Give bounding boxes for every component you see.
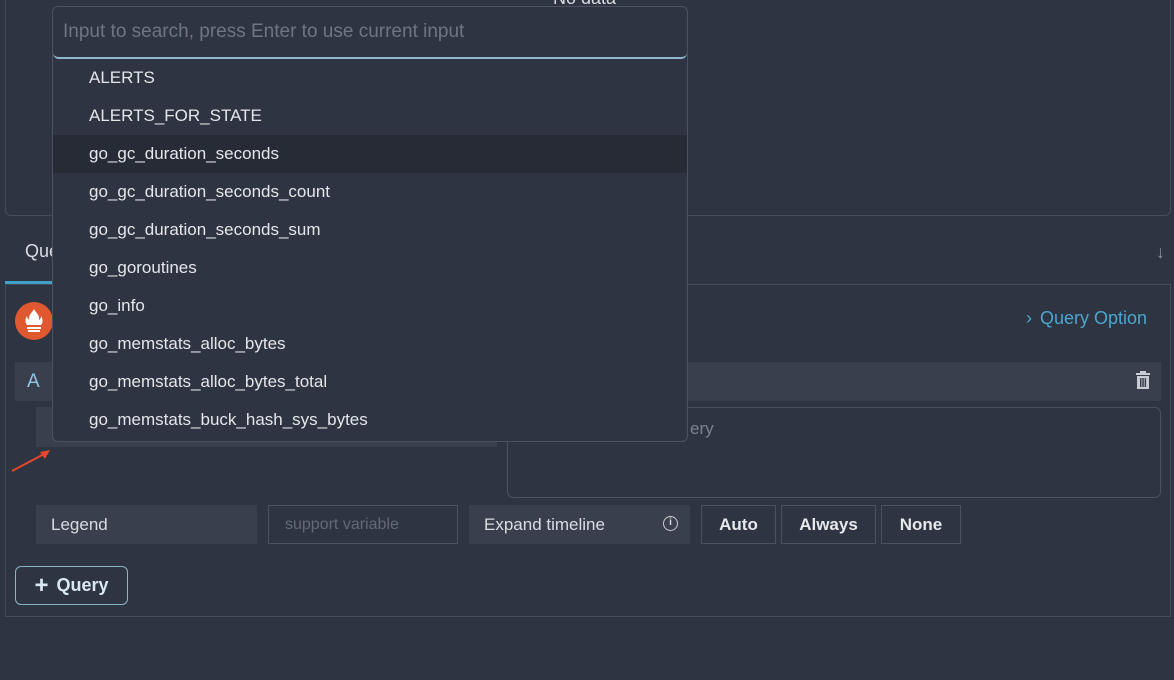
expand-timeline-label: Expand timeline (469, 505, 690, 544)
plus-icon: + (34, 571, 49, 599)
query-option-label: Query Option (1040, 308, 1148, 328)
expand-always-button[interactable]: Always (781, 505, 876, 544)
info-icon[interactable]: i (663, 516, 678, 531)
metric-search-input[interactable] (53, 7, 687, 59)
trash-icon[interactable] (1134, 370, 1152, 390)
prometheus-icon (15, 302, 53, 340)
metric-option[interactable]: go_info (53, 287, 687, 325)
legend-input[interactable] (268, 505, 458, 544)
query-ref-label: A (27, 371, 40, 392)
metric-list: ALERTS ALERTS_FOR_STATE go_gc_duration_sec… (53, 59, 687, 439)
metric-option[interactable]: go_memstats_alloc_bytes_total (53, 363, 687, 401)
metric-option[interactable]: go_memstats_buck_hash_sys_bytes (53, 401, 687, 439)
arrow-down-icon[interactable]: ↓ (1156, 242, 1165, 263)
query-option-toggle[interactable]: › Query Option (1026, 308, 1147, 329)
annotation-arrow-icon (10, 448, 52, 479)
metric-option[interactable]: ALERTS_FOR_STATE (53, 97, 687, 135)
metric-dropdown: ALERTSALERTS_FOR_STATEgo_gc_duration_sec… (52, 6, 688, 442)
legend-label: Legend (36, 505, 257, 544)
metric-option[interactable]: ALERTS (53, 59, 687, 97)
chevron-right-icon: › (1026, 308, 1032, 328)
expand-none-button[interactable]: None (881, 505, 961, 544)
metric-option[interactable]: go_memstats_alloc_bytes (53, 325, 687, 363)
metric-option[interactable]: go_gc_duration_seconds (53, 135, 687, 173)
add-query-label: Query (56, 575, 109, 595)
add-query-button[interactable]: + Query (15, 566, 128, 605)
expand-auto-button[interactable]: Auto (701, 505, 776, 544)
metric-option[interactable]: go_gc_duration_seconds_count (53, 173, 687, 211)
metric-option[interactable]: go_gc_duration_seconds_sum (53, 211, 687, 249)
query-placeholder: ery (690, 419, 714, 438)
metric-option[interactable]: go_goroutines (53, 249, 687, 287)
